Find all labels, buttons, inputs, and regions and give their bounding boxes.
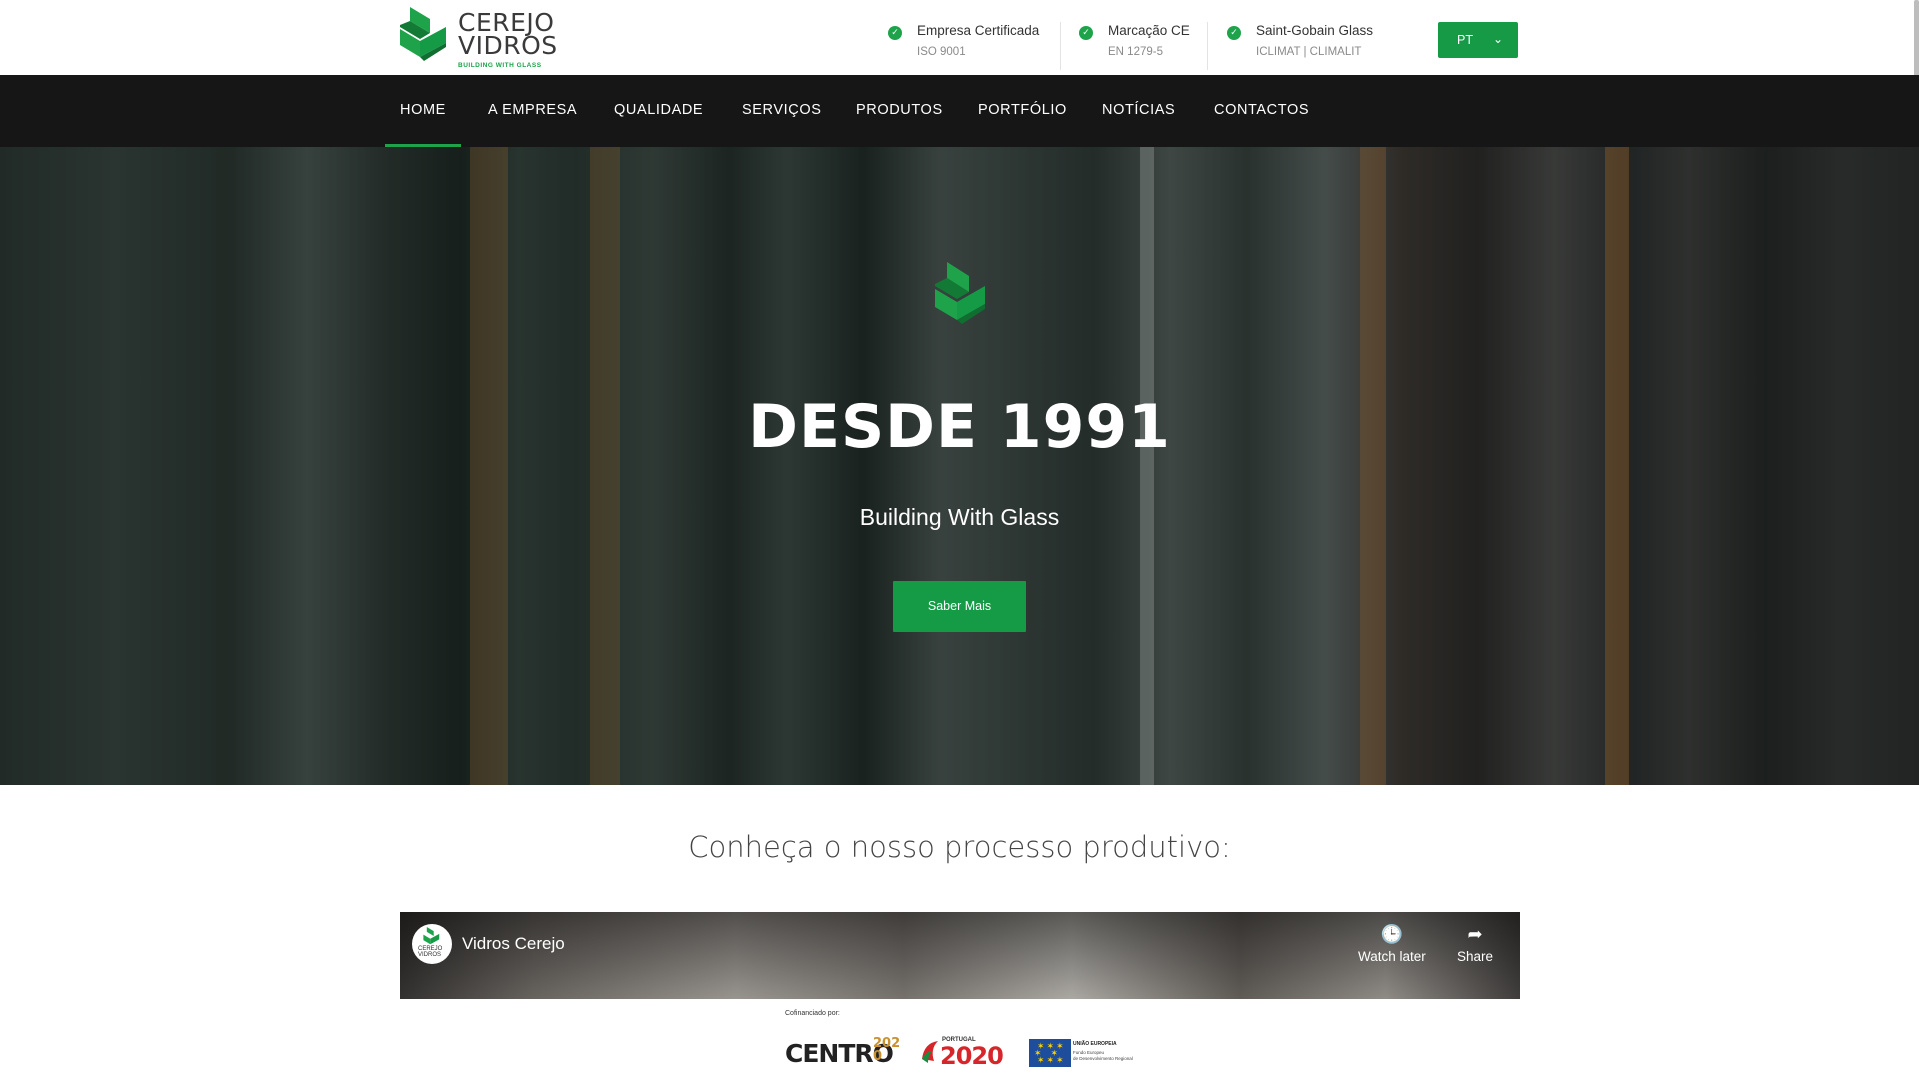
language-value: PT: [1457, 33, 1473, 47]
nav-home[interactable]: HOME: [385, 75, 461, 147]
logo-mark-icon: [400, 7, 446, 61]
cert-subtitle: ICLIMAT | CLIMALIT: [1256, 46, 1362, 58]
eu-sub2: de Desenvolvimento Regional: [1073, 1056, 1133, 1061]
hero-banner: DESDE 1991 Building With Glass Saber Mai…: [0, 147, 1919, 785]
portugal-year: 2020: [940, 1042, 1004, 1070]
nav-noticias[interactable]: NOTÍCIAS: [1102, 75, 1175, 147]
share-button[interactable]: ➦ Share: [1457, 924, 1493, 964]
language-select[interactable]: PT ⌄: [1438, 22, 1518, 58]
check-icon: ✓: [888, 26, 902, 40]
nav-a-empresa[interactable]: A EMPRESA: [488, 75, 577, 147]
eu-flag-icon: ✶✶✶ ✶✶ ✶✶✶: [1029, 1039, 1071, 1067]
top-header: CEREJO VIDROS BUILDING WITH GLASS ✓ Empr…: [0, 0, 1919, 75]
channel-avatar[interactable]: CEREJO VIDROS: [412, 924, 452, 964]
portugal2020-logo: PORTUGAL 2020: [920, 1036, 1010, 1070]
cert-title: Empresa Certificada: [917, 23, 1040, 38]
site-logo[interactable]: CEREJO VIDROS BUILDING WITH GLASS: [400, 7, 560, 71]
chevron-down-icon: ⌄: [1493, 32, 1504, 46]
video-embed[interactable]: CEREJO VIDROS Vidros Cerejo 🕒 Watch late…: [400, 912, 1520, 999]
eu-title: UNIÃO EUROPEIA: [1073, 1041, 1117, 1047]
centro-year: 2020: [873, 1036, 901, 1064]
nav-portfolio[interactable]: PORTFÓLIO: [978, 75, 1067, 147]
cert-divider: [1060, 22, 1061, 70]
watch-later-button[interactable]: 🕒 Watch later: [1358, 924, 1426, 964]
avatar-text: CEREJO VIDROS: [418, 946, 443, 958]
portugal-flag-icon: [922, 1041, 938, 1063]
nav-qualidade[interactable]: QUALIDADE: [614, 75, 703, 147]
hero-overlay: [0, 147, 1919, 785]
share-arrow-icon: ➦: [1467, 924, 1483, 945]
eu-sub1: Fundo Europeu: [1073, 1050, 1105, 1055]
video-overlay: [400, 912, 1520, 999]
hero-title: DESDE 1991: [748, 392, 1171, 462]
watch-later-label: Watch later: [1358, 949, 1426, 964]
nav-produtos[interactable]: PRODUTOS: [856, 75, 943, 147]
check-icon: ✓: [1079, 26, 1093, 40]
section-title: Conheça o nosso processo produtivo:: [688, 830, 1231, 864]
cert-subtitle: EN 1279-5: [1108, 46, 1163, 58]
cert-subtitle: ISO 9001: [917, 46, 966, 58]
main-nav: HOME A EMPRESA QUALIDADE SERVIÇOS PRODUT…: [0, 75, 1919, 147]
logo-mark-icon: [423, 927, 440, 945]
video-title[interactable]: Vidros Cerejo: [462, 934, 565, 954]
share-label: Share: [1457, 949, 1494, 964]
hero-logo-icon: [935, 262, 985, 337]
nav-contactos[interactable]: CONTACTOS: [1214, 75, 1309, 147]
nav-servicos[interactable]: SERVIÇOS: [742, 75, 821, 147]
check-icon: ✓: [1227, 26, 1241, 40]
hero-subtitle: Building With Glass: [859, 504, 1060, 530]
funding-label: Cofinanciado por:: [785, 1010, 840, 1017]
cert-divider: [1207, 22, 1208, 70]
saber-mais-button[interactable]: Saber Mais: [893, 581, 1026, 632]
eu-logo: ✶✶✶ ✶✶ ✶✶✶ UNIÃO EUROPEIA Fundo Europeu …: [1029, 1036, 1139, 1067]
cert-title: Marcação CE: [1108, 23, 1190, 38]
centro2020-logo: CENTRO 2020: [785, 1036, 905, 1068]
logo-text-line2: VIDROS: [458, 31, 558, 60]
clock-icon: 🕒: [1380, 924, 1404, 945]
logo-tagline: BUILDING WITH GLASS: [458, 62, 542, 69]
cert-title: Saint-Gobain Glass: [1256, 23, 1374, 38]
